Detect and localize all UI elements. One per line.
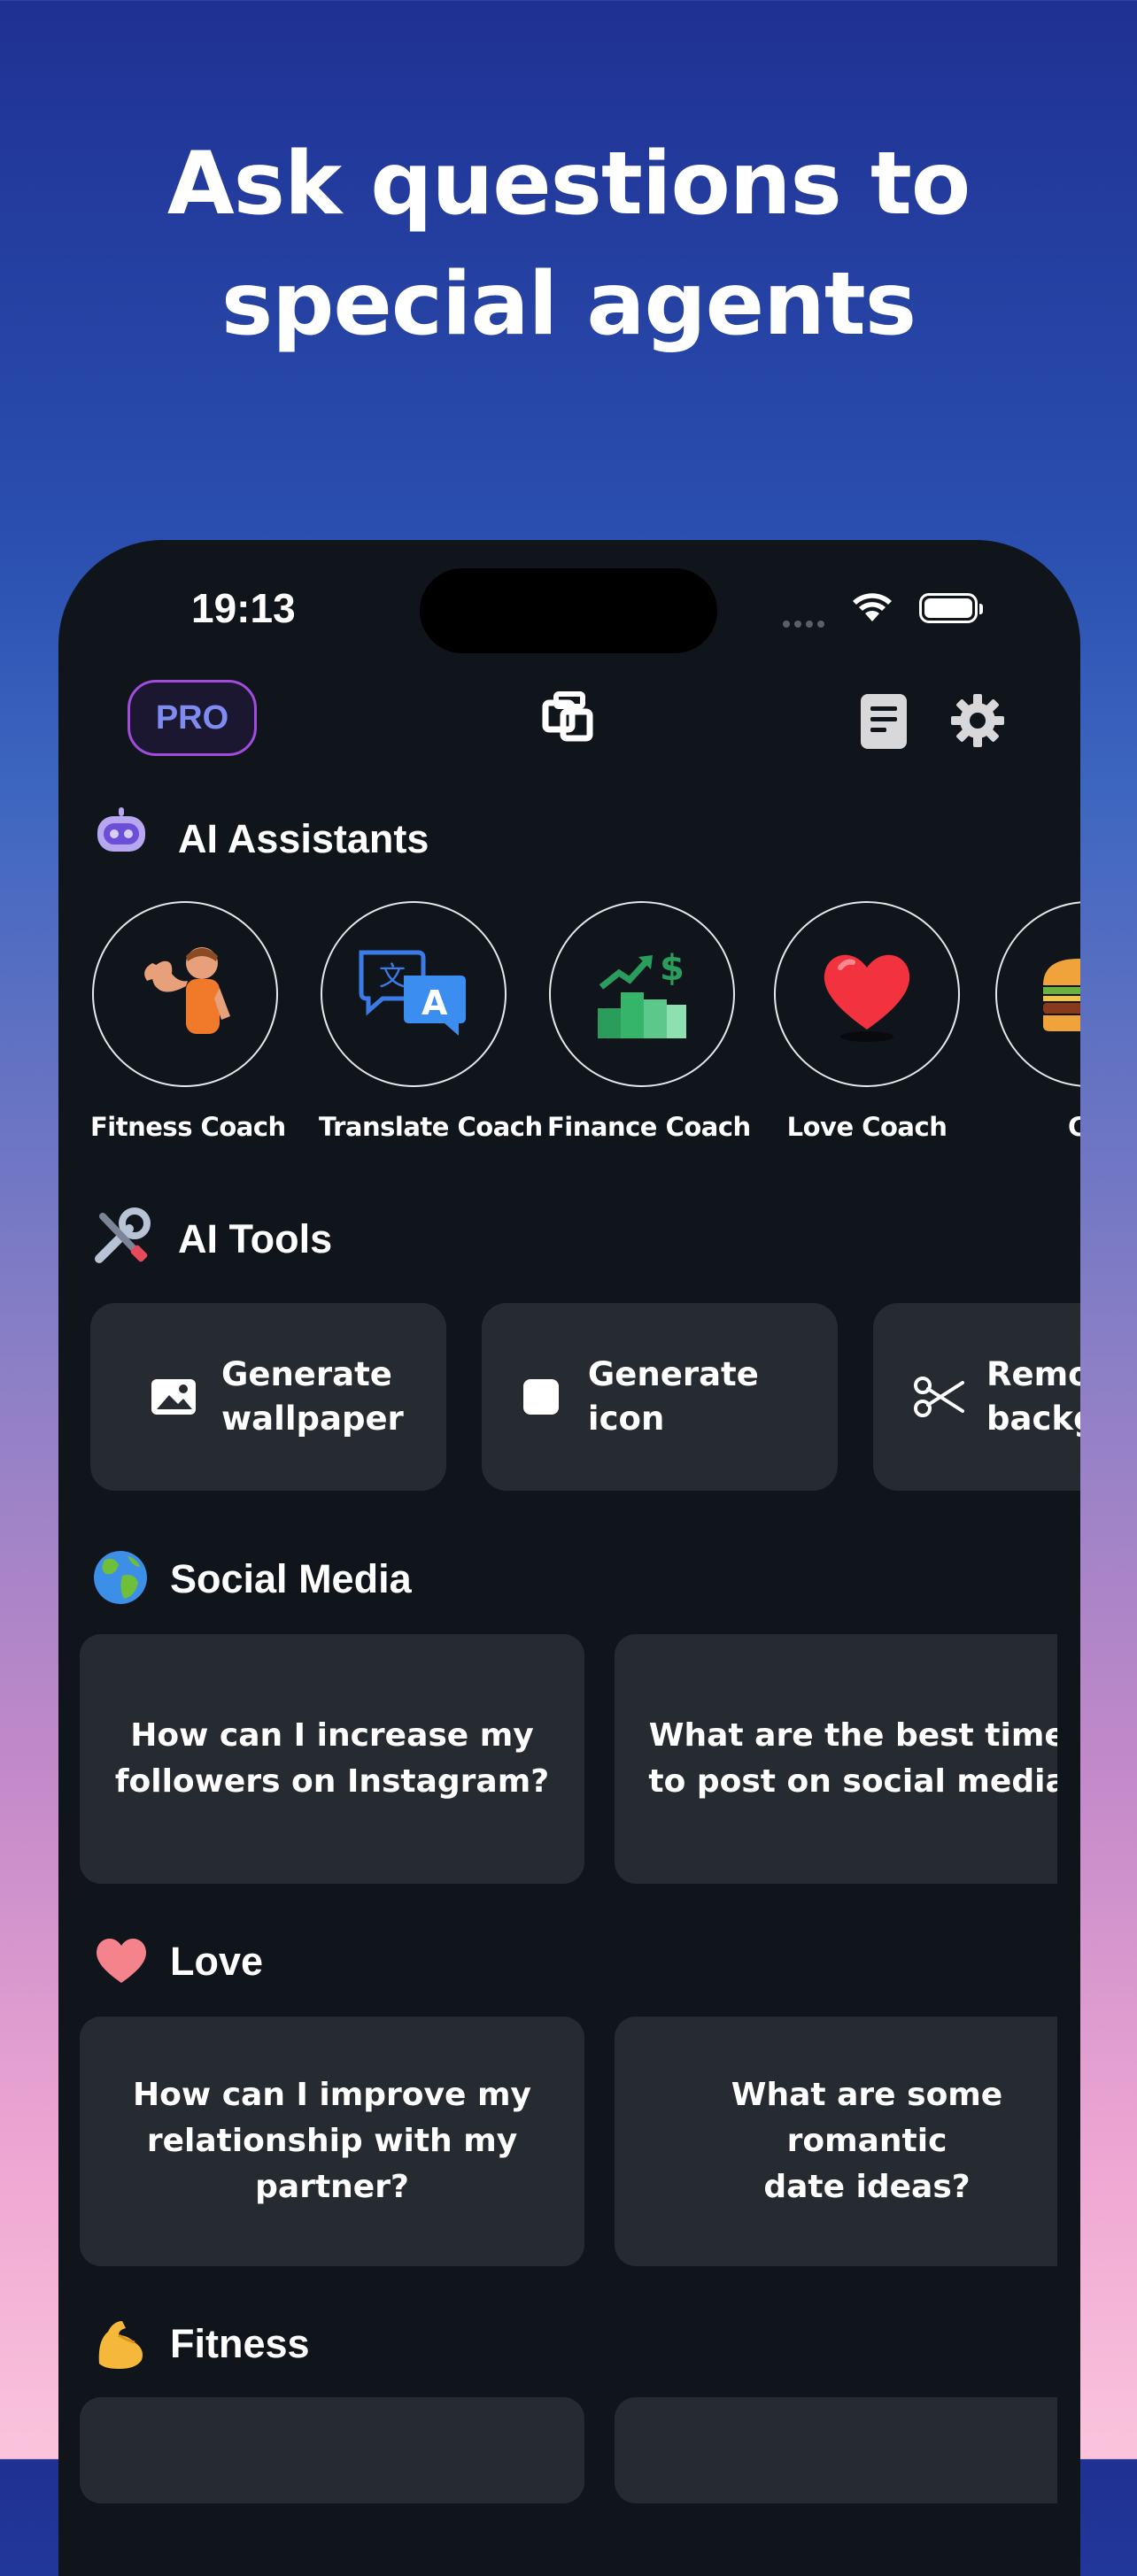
tool-label: Remo backg <box>986 1355 1080 1438</box>
assistant-finance-coach[interactable]: $ Finance Coach <box>547 901 751 1142</box>
question-card[interactable] <box>615 2397 1080 2503</box>
cellular-signal-icon <box>783 614 829 631</box>
tool-label: Generate icon <box>587 1355 759 1438</box>
burger-icon <box>1043 959 1080 1031</box>
svg-text:A: A <box>422 983 448 1022</box>
document-icon[interactable] <box>861 694 907 752</box>
translate-icon: 文 A <box>359 950 466 1036</box>
scissors-icon <box>912 1376 965 1418</box>
assistant-label: Fitness Coach <box>90 1112 286 1142</box>
svg-text:文: 文 <box>379 961 406 992</box>
battery-icon <box>919 593 983 623</box>
section-title-ai-tools: AI Tools <box>178 1216 333 1261</box>
image-icon <box>147 1377 200 1416</box>
flexed-biceps-icon <box>92 2314 151 2376</box>
section-title-social-media: Social Media <box>170 1556 412 1601</box>
section-title-fitness: Fitness <box>170 2321 310 2366</box>
assistant-translate-coach[interactable]: 文 A Translate Coach <box>319 901 543 1142</box>
question-card[interactable] <box>80 2397 584 2503</box>
finance-chart-icon: $ <box>598 948 686 1038</box>
assistant-label: Finance Coach <box>547 1112 751 1142</box>
question-card[interactable]: What are the best times to post on socia… <box>615 1634 1080 1884</box>
section-title-ai-assistants: AI Assistants <box>178 816 429 861</box>
bodybuilder-icon <box>144 947 230 1034</box>
section-title-love: Love <box>170 1939 264 1984</box>
tool-label: Generate wallpaper <box>221 1355 404 1438</box>
tool-generate-icon[interactable]: Generate icon <box>482 1303 838 1491</box>
question-card[interactable]: How can I increase my followers on Insta… <box>80 1634 584 1884</box>
heart-icon <box>824 954 910 1042</box>
headline: Ask questions to special agents <box>0 124 1137 365</box>
assistant-love-coach[interactable]: Love Coach <box>772 901 962 1142</box>
assistant-cook[interactable]: Cook <box>995 901 1080 1142</box>
question-card[interactable]: How can I improve my relationship with m… <box>80 2017 584 2266</box>
wifi-icon <box>850 590 894 627</box>
assistant-label: Translate Coach <box>319 1112 543 1142</box>
dynamic-island <box>420 568 717 653</box>
phone-frame: 19:13 PRO AI Assistants Fitness Coach 文 … <box>58 540 1080 2576</box>
pro-button[interactable]: PRO <box>128 680 257 756</box>
tool-generate-wallpaper[interactable]: Generate wallpaper <box>90 1303 446 1491</box>
tool-remove-background[interactable]: Remo backg <box>873 1303 1080 1491</box>
status-time: 19:13 <box>191 585 296 631</box>
headline-line-2: special agents <box>220 254 917 355</box>
heart-icon <box>92 1933 151 1990</box>
svg-text:$: $ <box>660 948 685 989</box>
robot-icon <box>92 807 151 860</box>
tools-icon <box>90 1206 154 1273</box>
square-icon <box>515 1378 567 1415</box>
headline-line-1: Ask questions to <box>166 134 971 235</box>
assistant-label: Love Coach <box>786 1112 948 1142</box>
globe-icon <box>92 1549 149 1609</box>
question-card[interactable]: What are some romantic date ideas? <box>615 2017 1080 2266</box>
assistant-fitness-coach[interactable]: Fitness Coach <box>90 901 286 1142</box>
gear-icon[interactable] <box>949 692 1006 752</box>
assistant-label: Cook <box>1068 1112 1080 1142</box>
scroll-clip <box>1057 1602 1080 2576</box>
app-logo-icon[interactable] <box>540 690 599 752</box>
